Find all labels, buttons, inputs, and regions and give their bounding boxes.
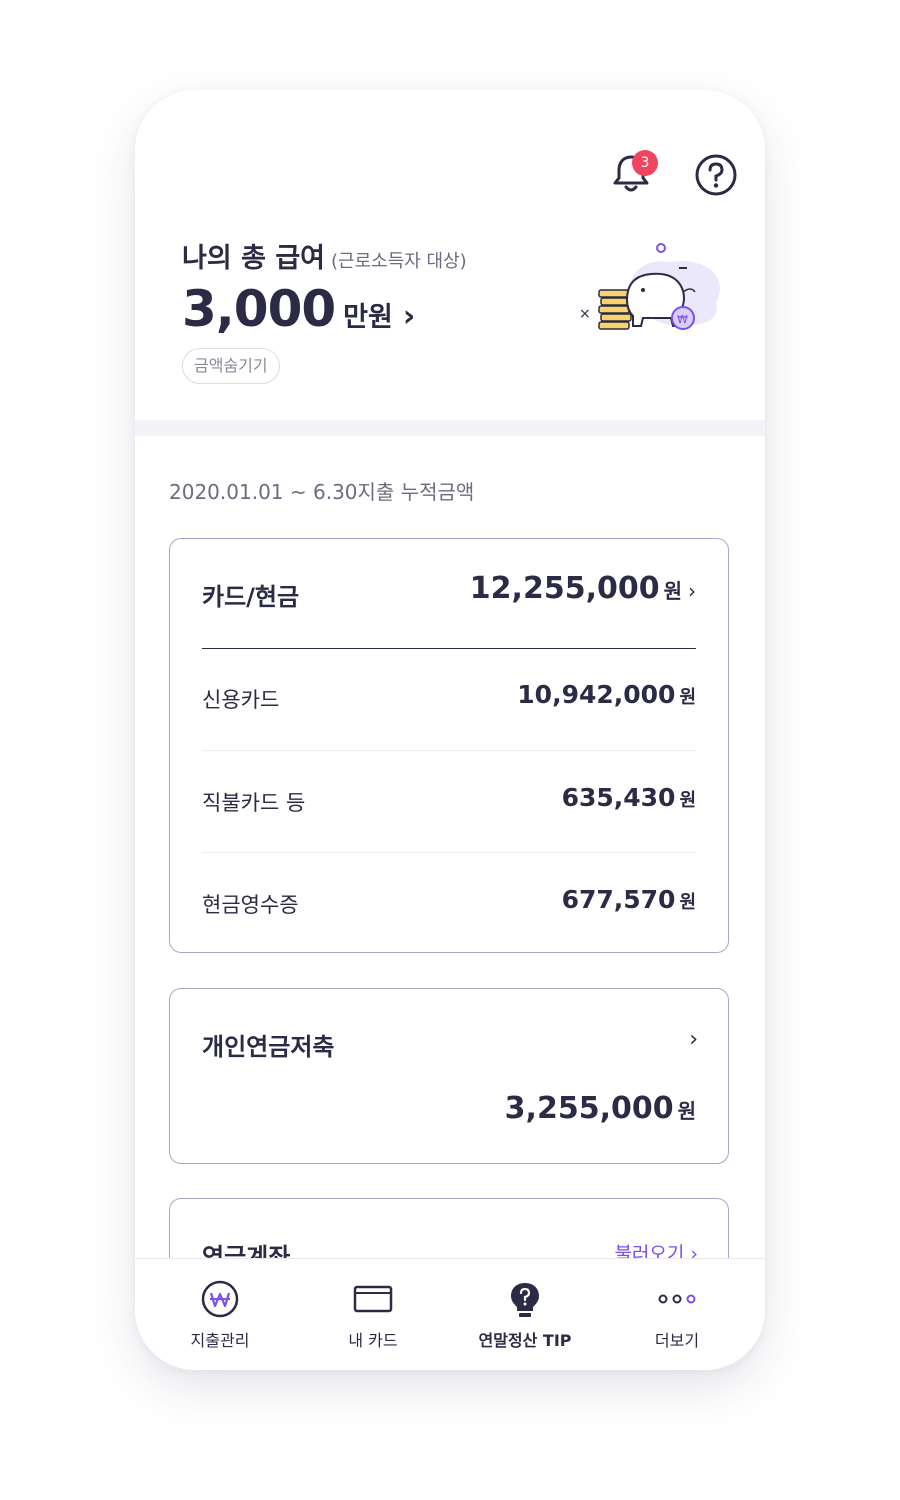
chevron-right-icon: › <box>688 579 696 603</box>
help-icon <box>695 154 737 196</box>
tip-bulb-icon <box>511 1283 539 1317</box>
currency-label: 원 <box>677 1099 696 1123</box>
currency-label: 원 <box>663 579 682 603</box>
card-cash-card: 카드/현금 12,255,000 원 › 신용카드 10,942,000 원 직불카드… <box>169 538 729 953</box>
row-label: 현금영수증 <box>202 893 299 917</box>
pension-amount-value: 3,255,000 <box>504 1091 674 1126</box>
chevron-right-icon: › <box>402 299 416 334</box>
top-bar: 3 <box>135 90 765 220</box>
currency-label: 원 <box>679 687 696 708</box>
card-cash-total: 12,255,000 원 › <box>470 571 696 606</box>
period-label: 2020.01.01 ~ 6.30지출 누적금액 <box>169 480 475 504</box>
section-divider <box>135 420 765 436</box>
phone-screen: 3 나의 총 급여 (근로소득자 대상) 3,000 만원 › 금액숨기기 × ₩ <box>135 90 765 1370</box>
list-item-credit-card: 신용카드 10,942,000 원 <box>202 648 696 750</box>
card-icon <box>353 1285 393 1313</box>
list-item-cash-receipt: 현금영수증 677,570 원 <box>202 852 696 955</box>
currency-label: 원 <box>679 892 696 913</box>
row-amount-value: 677,570 <box>561 885 676 914</box>
hide-amount-button[interactable]: 금액숨기기 <box>182 348 280 384</box>
chevron-right-icon: › <box>689 1027 698 1052</box>
won-coin-icon <box>201 1280 239 1318</box>
row-amount-value: 635,430 <box>561 783 676 812</box>
tab-more[interactable]: 더보기 <box>602 1259 752 1370</box>
tab-tax-tip[interactable]: 연말정산 TIP <box>450 1259 600 1370</box>
tab-label: 더보기 <box>654 1331 700 1350</box>
tab-label: 연말정산 TIP <box>478 1331 572 1350</box>
tab-label: 내 카드 <box>348 1331 398 1350</box>
notification-badge: 3 <box>632 150 658 176</box>
salary-subtitle: (근로소득자 대상) <box>331 251 467 272</box>
svg-text:₩: ₩ <box>677 313 688 326</box>
list-item-debit-card: 직불카드 등 635,430 원 <box>202 750 696 853</box>
help-button[interactable] <box>694 153 738 197</box>
salary-title-text: 나의 총 급여 <box>182 243 325 274</box>
row-amount-value: 10,942,000 <box>517 680 676 709</box>
row-amount: 635,430 원 <box>562 783 696 812</box>
card-cash-label: 카드/현금 <box>202 583 300 611</box>
row-label: 직불카드 등 <box>202 791 306 815</box>
salary-unit: 만원 <box>343 302 393 333</box>
tab-my-card[interactable]: 내 카드 <box>298 1259 448 1370</box>
piggy-bank-coins-icon: × ₩ <box>579 243 720 330</box>
pension-savings-card[interactable]: 개인연금저축 › 3,255,000 원 <box>169 988 729 1164</box>
pension-savings-amount: 3,255,000 원 <box>505 1091 696 1126</box>
currency-label: 원 <box>679 790 696 811</box>
salary-amount-link[interactable]: 3,000 만원 › <box>182 280 415 338</box>
bottom-tab-bar: 지출관리 내 카드 연말정산 TIP 더보기 <box>135 1258 765 1370</box>
row-label: 신용카드 <box>202 688 280 712</box>
tab-label: 지출관리 <box>190 1331 250 1350</box>
svg-text:×: × <box>579 306 591 322</box>
salary-title: 나의 총 급여 (근로소득자 대상) <box>182 236 467 275</box>
salary-amount: 3,000 <box>182 280 336 338</box>
row-amount: 677,570 원 <box>562 885 696 914</box>
row-amount: 10,942,000 원 <box>517 680 696 709</box>
pension-savings-label: 개인연금저축 <box>202 1033 335 1061</box>
more-dots-icon <box>658 1294 696 1304</box>
card-cash-total-amount: 12,255,000 <box>469 571 660 606</box>
tab-expense[interactable]: 지출관리 <box>145 1259 295 1370</box>
card-cash-header[interactable]: 카드/현금 12,255,000 원 › <box>202 539 696 649</box>
